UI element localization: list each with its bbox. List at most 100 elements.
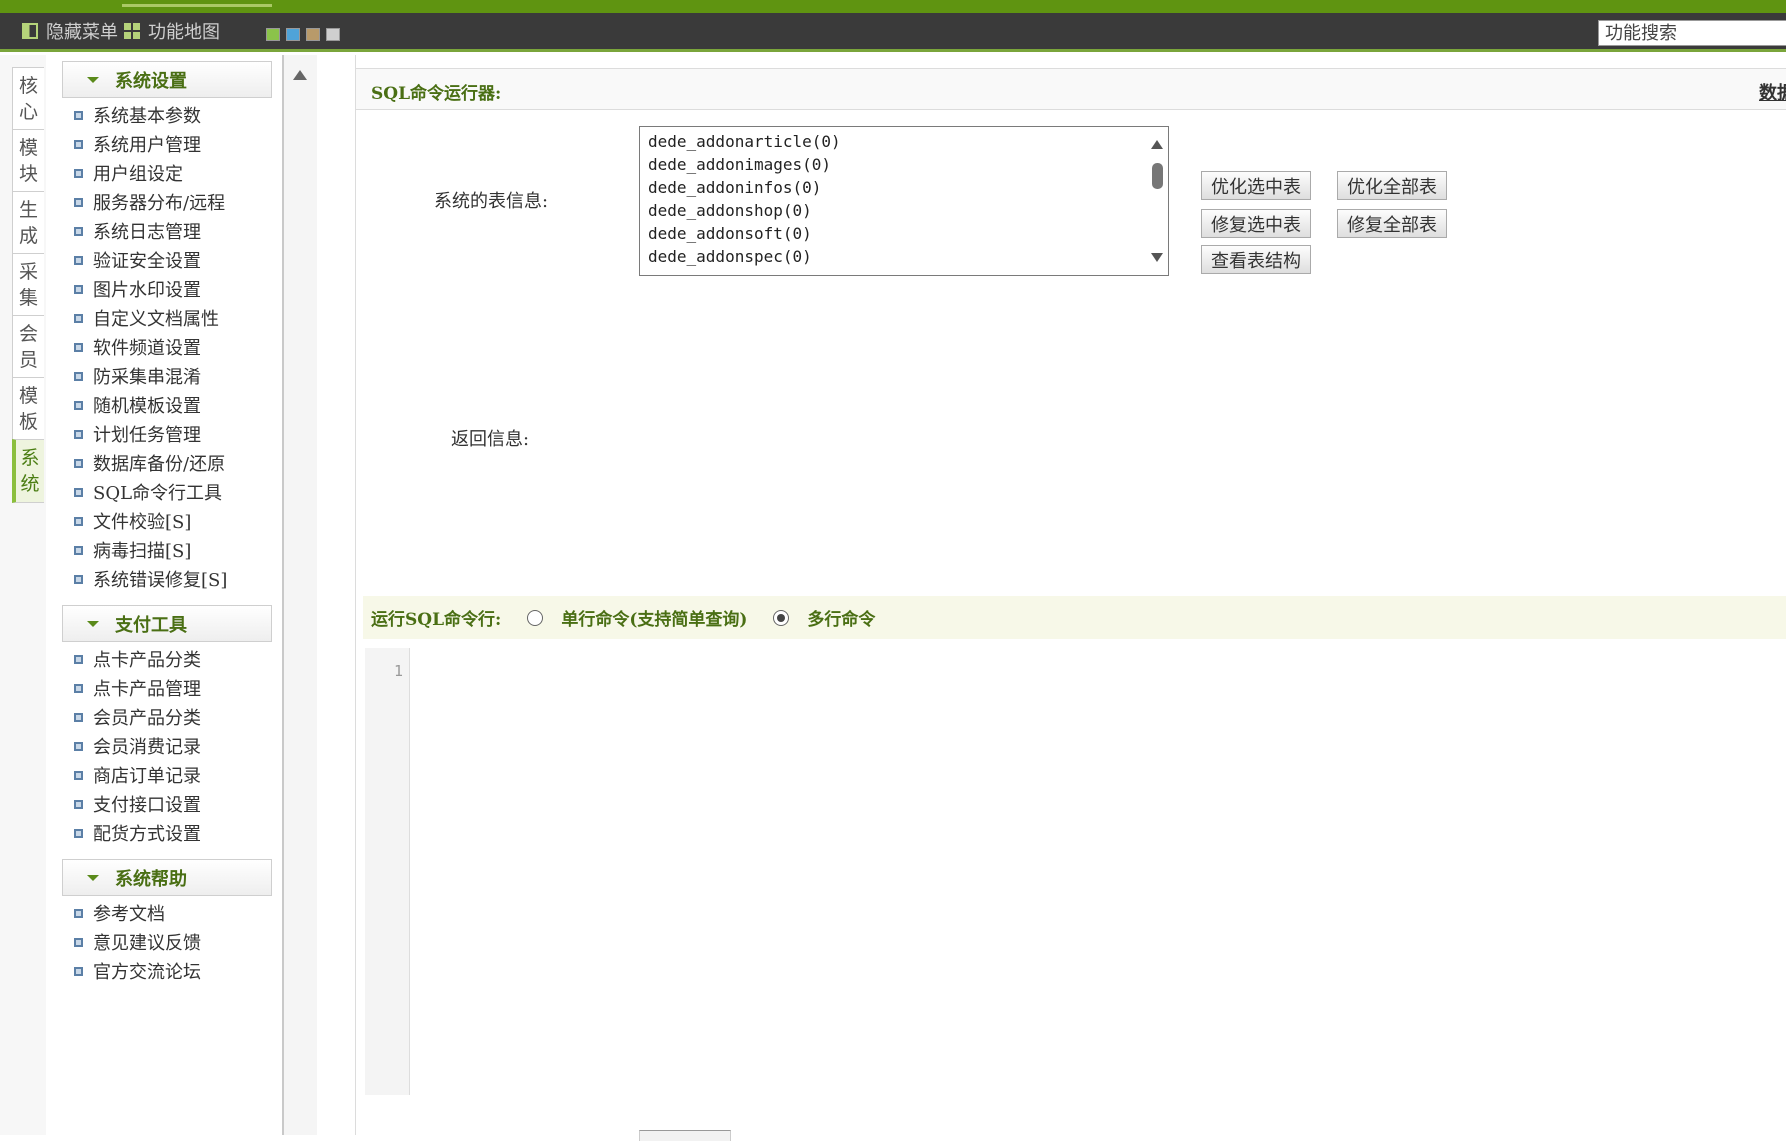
sidebar-item[interactable]: 服务器分布/远程 <box>74 188 225 216</box>
table-option[interactable]: dede_addonshop(0) <box>640 199 1168 222</box>
main-panel: SQL命令运行器: 数据 系统的表信息: dede_addonarticle(0… <box>355 55 1786 1141</box>
sidebar-item[interactable]: 防采集串混淆 <box>74 362 201 390</box>
sidebar-item[interactable]: 点卡产品管理 <box>74 674 201 702</box>
function-map-button[interactable]: 功能地图 <box>124 13 220 49</box>
bullet-icon <box>74 799 83 809</box>
table-option-partial <box>640 268 1168 275</box>
vtab-0[interactable]: 核心 <box>12 67 44 131</box>
sidebar-item[interactable]: 软件频道设置 <box>74 333 201 361</box>
sidebar-section-header[interactable]: 支付工具 <box>62 605 272 642</box>
sidebar-item[interactable]: 图片水印设置 <box>74 275 201 303</box>
function-search-input[interactable] <box>1598 20 1786 46</box>
bullet-icon <box>74 284 83 294</box>
chevron-down-icon <box>87 874 99 881</box>
sidebar-item[interactable]: 系统错误修复[S] <box>74 565 227 593</box>
bullet-icon <box>74 168 83 178</box>
vtab-1[interactable]: 模块 <box>12 129 44 193</box>
sidebar-item[interactable]: 系统日志管理 <box>74 217 201 245</box>
header-right-link[interactable]: 数据 <box>1759 79 1786 105</box>
sidebar-section-header[interactable]: 系统设置 <box>62 61 272 98</box>
sidebar-item[interactable]: 商店订单记录 <box>74 761 201 789</box>
multi-command-label[interactable]: 多行命令 <box>807 605 875 630</box>
hide-menu-label: 隐藏菜单 <box>46 22 118 43</box>
sidebar-section-header[interactable]: 系统帮助 <box>62 859 272 896</box>
vtab-char: 核 <box>18 75 38 97</box>
sidebar-item[interactable]: 随机模板设置 <box>74 391 201 419</box>
table-option[interactable]: dede_addoninfos(0) <box>640 176 1168 199</box>
vtab-4[interactable]: 会员 <box>12 315 44 379</box>
sidebar-item[interactable]: 会员消费记录 <box>74 732 201 760</box>
single-command-radio[interactable] <box>527 609 544 626</box>
sidebar-item-label: 软件频道设置 <box>93 338 201 359</box>
optimize-all-button[interactable]: 优化全部表 <box>1337 171 1447 200</box>
sidebar-item-label: 配货方式设置 <box>93 824 201 845</box>
sidebar-item[interactable]: 数据库备份/还原 <box>74 449 225 477</box>
optimize-selected-button[interactable]: 优化选中表 <box>1201 171 1311 200</box>
sidebar-item[interactable]: 官方交流论坛 <box>74 957 201 985</box>
scroll-thumb[interactable] <box>1152 163 1163 189</box>
sidebar-item[interactable]: 会员产品分类 <box>74 703 201 731</box>
sidebar-item[interactable]: 点卡产品分类 <box>74 645 201 673</box>
vtab-2[interactable]: 生成 <box>12 191 44 255</box>
sidebar-item[interactable]: 文件校验[S] <box>74 507 191 535</box>
sql-input[interactable] <box>415 656 1779 1090</box>
sidebar-item[interactable]: 病毒扫描[S] <box>74 536 191 564</box>
hide-menu-button[interactable]: 隐藏菜单 <box>22 13 118 49</box>
sidebar-item[interactable]: 验证安全设置 <box>74 246 201 274</box>
sidebar-item[interactable]: 支付接口设置 <box>74 790 201 818</box>
chevron-down-icon <box>87 76 99 83</box>
sidebar-item-label: 会员消费记录 <box>93 737 201 758</box>
bullet-icon <box>74 342 83 352</box>
view-structure-button[interactable]: 查看表结构 <box>1201 245 1311 274</box>
table-option[interactable]: dede_addonimages(0) <box>640 153 1168 176</box>
sql-editor: 1 <box>365 648 1786 1095</box>
sidebar-item-label: SQL命令行工具 <box>93 483 223 504</box>
vtab-5[interactable]: 模板 <box>12 377 44 441</box>
scroll-down-icon[interactable] <box>1151 253 1163 262</box>
sidebar-item[interactable]: 系统基本参数 <box>74 101 201 129</box>
sidebar-item-label: 系统基本参数 <box>93 106 201 127</box>
theme-swatch-blue[interactable] <box>286 28 300 41</box>
theme-swatch-green[interactable] <box>266 28 280 41</box>
sidebar-item[interactable]: 用户组设定 <box>74 159 183 187</box>
bullet-icon <box>74 226 83 236</box>
sidebar-item[interactable]: 系统用户管理 <box>74 130 201 158</box>
table-option[interactable]: dede_addonarticle(0) <box>640 130 1168 153</box>
vtab-3[interactable]: 采集 <box>12 253 44 317</box>
sidebar-item[interactable]: 配货方式设置 <box>74 819 201 847</box>
page-title: SQL命令运行器: <box>371 84 502 104</box>
theme-swatch-brown[interactable] <box>306 28 320 41</box>
table-option[interactable]: dede_addonsoft(0) <box>640 222 1168 245</box>
sidebar-item[interactable]: SQL命令行工具 <box>74 478 222 506</box>
scroll-up-arrow-icon[interactable] <box>293 70 307 80</box>
scroll-up-icon[interactable] <box>1151 140 1163 149</box>
table-list-scrollbar[interactable] <box>1146 127 1168 275</box>
submit-button-fragment[interactable] <box>639 1130 731 1141</box>
vtab-6[interactable]: 系统 <box>12 439 44 503</box>
sidebar-section-title: 系统设置 <box>115 70 187 92</box>
sidebar-item-label: 点卡产品管理 <box>93 679 201 700</box>
bullet-icon <box>74 400 83 410</box>
bullet-icon <box>74 937 83 947</box>
vtab-char: 模 <box>18 137 38 159</box>
sidebar-menu: 系统设置系统基本参数系统用户管理 用户组设定 服务器分布/远程 系统日志管理 验证安全设… <box>46 55 284 1135</box>
multi-command-radio[interactable] <box>773 609 790 626</box>
table-list-box[interactable]: dede_addonarticle(0) dede_addonimages(0) d… <box>639 126 1169 276</box>
repair-selected-button[interactable]: 修复选中表 <box>1201 209 1311 238</box>
single-command-label[interactable]: 单行命令(支持简单查询) <box>561 605 747 630</box>
sidebar-item[interactable]: 参考文档 <box>74 899 165 927</box>
table-option[interactable]: dede_addonspec(0) <box>640 245 1168 268</box>
sidebar-item[interactable]: 计划任务管理 <box>74 420 201 448</box>
sidebar-item-label: 官方交流论坛 <box>93 962 201 983</box>
sidebar-item-label: 随机模板设置 <box>93 396 201 417</box>
bullet-icon <box>74 313 83 323</box>
theme-swatch-gray[interactable] <box>326 28 340 41</box>
sidebar-item[interactable]: 意见建议反馈 <box>74 928 201 956</box>
sidebar-item[interactable]: 自定义文档属性 <box>74 304 219 332</box>
bullet-icon <box>74 429 83 439</box>
sidebar-section-title: 系统帮助 <box>115 868 187 890</box>
module-tabs: 核心模块生成采集会员模板系统 <box>0 55 47 1135</box>
return-info-label: 返回信息: <box>451 429 530 450</box>
repair-all-button[interactable]: 修复全部表 <box>1337 209 1447 238</box>
sidebar-gutter <box>284 55 317 1135</box>
